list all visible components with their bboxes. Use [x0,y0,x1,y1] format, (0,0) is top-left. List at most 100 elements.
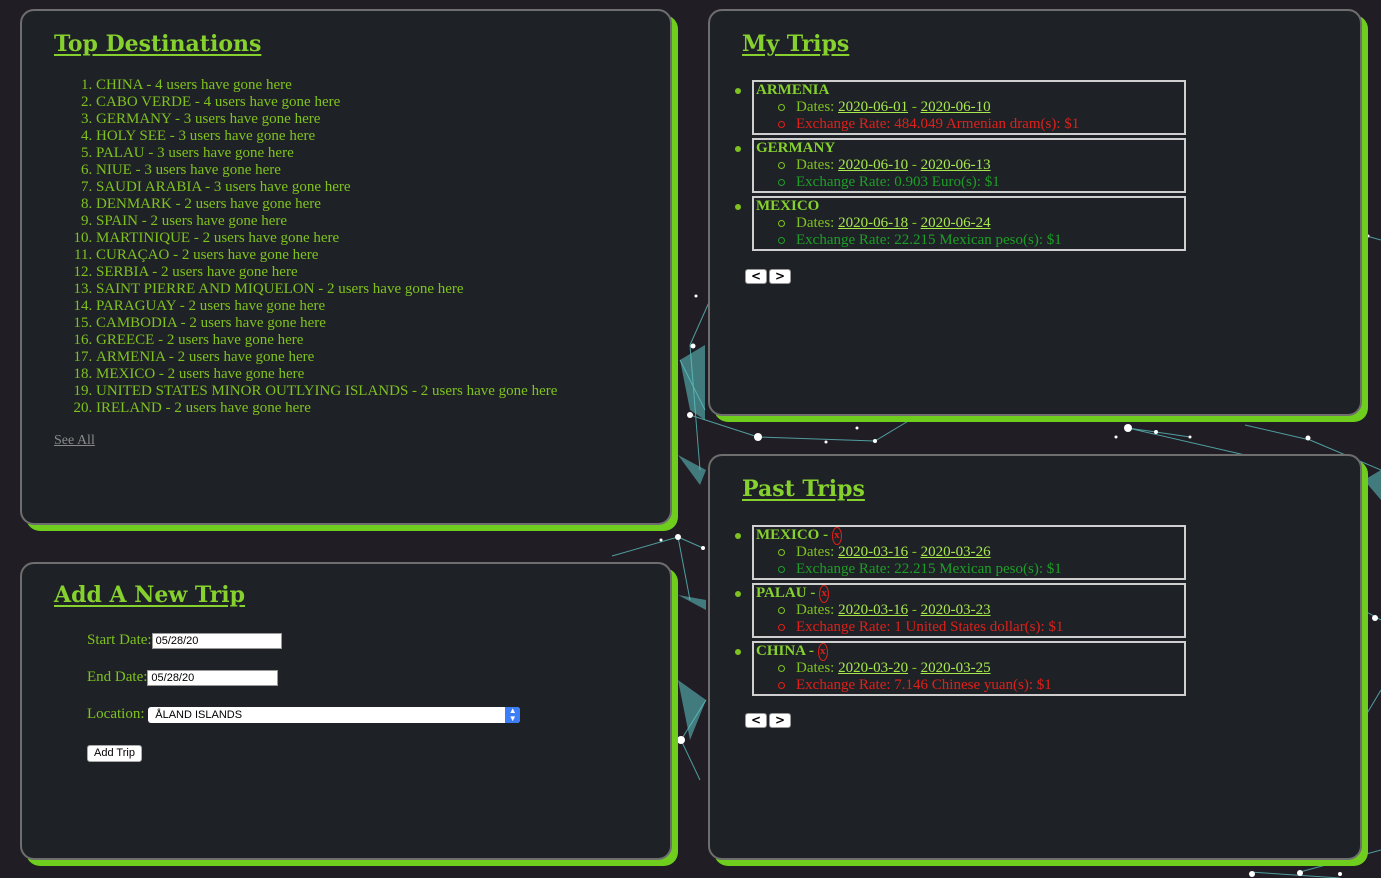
trip-exchange-rate: Exchange Rate: 0.903 Euro(s): $1 [756,174,1184,191]
remove-trip-button[interactable]: x [817,643,828,661]
trip-end-date-link[interactable]: 2020-03-25 [921,660,991,676]
trip-country: MEXICO - x [756,527,1184,545]
my-trips-pager: < > [745,269,791,284]
date-separator: - [911,215,917,231]
exchange-rate-text: Exchange Rate: 1 United States dollar(s)… [796,619,1064,635]
destination-item: SAINT PIERRE AND MIQUELON - 2 users have… [96,281,557,298]
trip-country: PALAU - x [756,585,1184,603]
destination-item: CAMBODIA - 2 users have gone here [96,315,557,332]
location-select[interactable]: ÅLAND ISLANDS ▲ ▼ [148,706,521,723]
circle-bullet-icon [778,237,785,244]
trip-start-date-link[interactable]: 2020-06-18 [838,215,908,231]
destination-item: SPAIN - 2 users have gone here [96,213,557,230]
bullet-icon [735,204,741,210]
date-separator: - [911,660,917,676]
chevron-right-icon[interactable]: > [769,269,791,284]
dates-label: Dates: [796,660,835,676]
date-separator: - [911,99,917,115]
past-trips-pager: < > [745,713,791,728]
dates-label: Dates: [796,544,835,560]
circle-bullet-icon [778,607,785,614]
destination-item: CHINA - 4 users have gone here [96,77,557,94]
exchange-rate-text: Exchange Rate: 0.903 Euro(s): $1 [796,174,1000,190]
trip-start-date-link[interactable]: 2020-03-20 [838,660,908,676]
end-date-row: End Date: [87,669,279,686]
end-date-input[interactable] [147,669,279,686]
chevron-left-icon[interactable]: < [745,269,767,284]
trip-start-date-link[interactable]: 2020-03-16 [838,544,908,560]
trip-card: MEXICO Dates: 2020-06-18 - 2020-06-24 Exch… [735,196,1186,251]
destination-item: GERMANY - 3 users have gone here [96,111,557,128]
past-trips-list: MEXICO - x Dates: 2020-03-16 - 2020-03-26… [735,525,1186,699]
trip-start-date-link[interactable]: 2020-03-16 [838,602,908,618]
add-trip-button[interactable]: Add Trip [87,744,142,762]
circle-bullet-icon [778,566,785,573]
select-arrows-icon: ▲ ▼ [505,706,521,723]
trip-card: CHINA - x Dates: 2020-03-20 - 2020-03-25 E… [735,641,1186,696]
destination-item: MEXICO - 2 users have gone here [96,366,557,383]
trip-exchange-rate: Exchange Rate: 1 United States dollar(s)… [756,619,1184,636]
trip-country-name: MEXICO [756,527,820,543]
trip-country: MEXICO [756,198,1184,215]
trip-country-name: PALAU [756,585,807,601]
trip-country: ARMENIA [756,82,1184,99]
trip-country-name: GERMANY [756,140,836,156]
date-separator: - [911,544,917,560]
circle-bullet-icon [778,624,785,631]
trip-end-date-link[interactable]: 2020-06-24 [921,215,991,231]
start-date-label: Start Date: [87,632,152,648]
destinations-list: CHINA - 4 users have gone hereCABO VERDE… [54,77,557,417]
submit-row: Add Trip [87,744,142,762]
past-trips-title[interactable]: Past Trips [742,476,865,502]
destination-item: CURAÇAO - 2 users have gone here [96,247,557,264]
start-date-input[interactable] [151,632,282,649]
trip-country-name: MEXICO [756,198,820,214]
circle-bullet-icon [778,121,785,128]
trip-start-date-link[interactable]: 2020-06-01 [838,99,908,115]
bullet-icon [735,533,741,539]
bullet-icon [735,649,741,655]
chevron-right-icon[interactable]: > [769,713,791,728]
destination-item: PARAGUAY - 2 users have gone here [96,298,557,315]
trip-end-date-link[interactable]: 2020-06-13 [921,157,991,173]
add-trip-title[interactable]: Add A New Trip [54,582,245,608]
destination-item: IRELAND - 2 users have gone here [96,400,557,417]
exchange-rate-text: Exchange Rate: 22.215 Mexican peso(s): $… [796,232,1062,248]
trip-end-date-link[interactable]: 2020-03-23 [921,602,991,618]
exchange-rate-text: Exchange Rate: 22.215 Mexican peso(s): $… [796,561,1062,577]
top-destinations-title[interactable]: Top Destinations [54,31,261,57]
destination-item: ARMENIA - 2 users have gone here [96,349,557,366]
circle-bullet-icon [778,682,785,689]
trip-exchange-rate: Exchange Rate: 7.146 Chinese yuan(s): $1 [756,677,1184,694]
start-date-row: Start Date: [87,632,282,649]
trip-country-name: ARMENIA [756,82,830,98]
remove-trip-button[interactable]: x [831,527,842,545]
trip-end-date-link[interactable]: 2020-03-26 [921,544,991,560]
circle-bullet-icon [778,162,785,169]
dates-label: Dates: [796,99,835,115]
trip-card: PALAU - x Dates: 2020-03-16 - 2020-03-23 E… [735,583,1186,638]
trip-card: GERMANY Dates: 2020-06-10 - 2020-06-13 Exc… [735,138,1186,193]
destination-item: CABO VERDE - 4 users have gone here [96,94,557,111]
trip-country: GERMANY [756,140,1184,157]
destination-item: PALAU - 3 users have gone here [96,145,557,162]
trip-end-date-link[interactable]: 2020-06-10 [921,99,991,115]
trip-card: MEXICO - x Dates: 2020-03-16 - 2020-03-26… [735,525,1186,580]
trip-start-date-link[interactable]: 2020-06-10 [838,157,908,173]
exchange-rate-text: Exchange Rate: 7.146 Chinese yuan(s): $1 [796,677,1052,693]
end-date-label: End Date: [87,669,148,685]
date-separator: - [911,157,917,173]
circle-bullet-icon [778,665,785,672]
my-trips-title[interactable]: My Trips [742,31,849,57]
see-all-link[interactable]: See All [54,433,95,449]
trip-country: CHINA - x [756,643,1184,661]
trip-country-name: CHINA [756,643,806,659]
trip-name-separator: - [810,585,816,601]
trip-exchange-rate: Exchange Rate: 22.215 Mexican peso(s): $… [756,232,1184,249]
trip-dates: Dates: 2020-06-10 - 2020-06-13 [756,157,1184,174]
exchange-rate-text: Exchange Rate: 484.049 Armenian dram(s):… [796,116,1080,132]
remove-trip-button[interactable]: x [819,585,830,603]
trip-name-separator: - [823,527,829,543]
trip-dates: Dates: 2020-06-01 - 2020-06-10 [756,99,1184,116]
chevron-left-icon[interactable]: < [745,713,767,728]
